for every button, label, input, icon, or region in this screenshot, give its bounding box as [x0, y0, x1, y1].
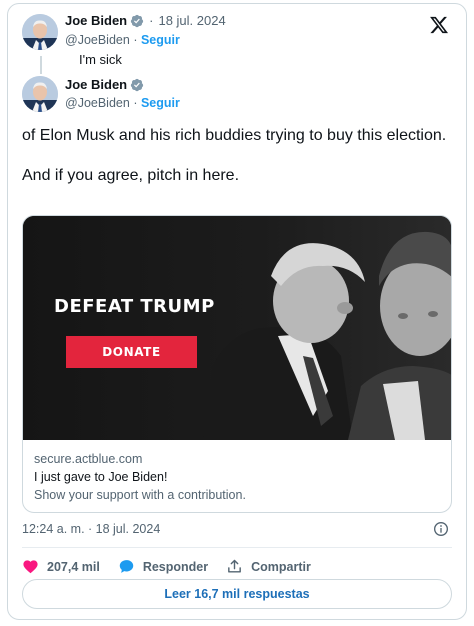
ad-photo-illustration	[23, 216, 451, 440]
divider	[22, 547, 452, 548]
parent-author-name[interactable]: Joe Biden	[65, 13, 127, 28]
separator-dot: ·	[149, 13, 154, 28]
read-replies-button[interactable]: Leer 16,7 mil respuestas	[22, 579, 452, 609]
main-handle-row: @JoeBiden · Seguir	[65, 96, 180, 110]
parent-tweet-date[interactable]: 18 jul. 2024	[158, 13, 225, 28]
reply-label: Responder	[142, 559, 209, 574]
tweet-text-paragraph: of Elon Musk and his rich buddies trying…	[22, 127, 447, 144]
tweet-actions-bar: 207,4 mil Responder Compartir	[22, 558, 329, 575]
separator-dot: ·	[133, 96, 141, 110]
parent-author-handle[interactable]: @JoeBiden	[65, 33, 130, 47]
likes-count: 207,4 mil	[47, 559, 100, 574]
donate-button[interactable]: DONATE	[66, 336, 197, 368]
parent-tweet-text: I'm sick	[79, 52, 122, 67]
parent-handle-row: @JoeBiden · Seguir	[65, 33, 180, 47]
main-author-name[interactable]: Joe Biden	[65, 77, 127, 92]
reply-button[interactable]: Responder	[118, 558, 208, 575]
link-title: I just gave to Joe Biden!	[34, 470, 168, 484]
reply-bubble-icon	[119, 560, 134, 573]
main-author-avatar[interactable]	[22, 76, 58, 112]
share-icon	[228, 559, 241, 573]
ad-headline: DEFEAT TRUMP	[54, 296, 215, 317]
link-preview-meta: secure.actblue.com I just gave to Joe Bi…	[23, 440, 451, 504]
link-description: Show your support with a contribution.	[34, 488, 246, 502]
separator-dot: ·	[133, 33, 141, 47]
parent-follow-button[interactable]: Seguir	[141, 33, 180, 47]
embedded-tweet-card: Joe Biden · 18 jul. 2024 @JoeBiden · Seg…	[7, 3, 467, 620]
parent-author-row: Joe Biden · 18 jul. 2024	[65, 13, 226, 28]
info-icon[interactable]	[433, 521, 449, 537]
link-domain: secure.actblue.com	[34, 452, 143, 466]
main-follow-button[interactable]: Seguir	[141, 96, 180, 110]
verified-badge-icon	[130, 78, 144, 92]
parent-author-avatar[interactable]	[22, 14, 58, 50]
link-preview-card[interactable]: DEFEAT TRUMP DONATE secure.actblue.com I…	[22, 215, 452, 513]
share-label: Compartir	[251, 559, 311, 574]
share-button[interactable]: Compartir	[226, 558, 311, 575]
thread-connector-line	[40, 56, 42, 74]
like-button[interactable]: 207,4 mil	[22, 558, 100, 575]
heart-icon	[23, 560, 38, 574]
tweet-text-paragraph: And if you agree, pitch in here.	[22, 167, 240, 184]
main-tweet-text: of Elon Musk and his rich buddies trying…	[22, 125, 452, 186]
tweet-timestamp[interactable]: 12:24 a. m. · 18 jul. 2024	[22, 522, 160, 536]
main-author-handle[interactable]: @JoeBiden	[65, 96, 130, 110]
main-author-row: Joe Biden	[65, 77, 144, 92]
link-preview-image[interactable]: DEFEAT TRUMP DONATE	[23, 216, 451, 440]
x-logo-icon[interactable]	[429, 15, 449, 35]
verified-badge-icon	[130, 14, 144, 28]
